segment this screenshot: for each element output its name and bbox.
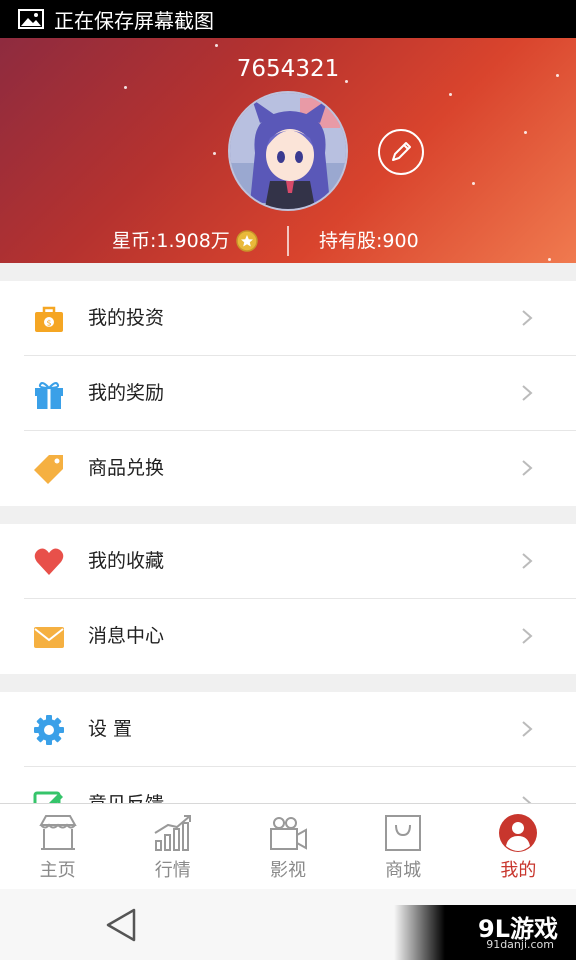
stats-divider bbox=[287, 226, 289, 256]
menu-item-settings[interactable]: 设 置 bbox=[0, 692, 576, 767]
tab-market[interactable]: 行情 bbox=[115, 804, 230, 889]
shop-icon bbox=[38, 815, 77, 850]
menu-item-rewards[interactable]: 我的奖励 bbox=[0, 356, 576, 431]
watermark-url: 91danji.com bbox=[486, 938, 554, 951]
shares-stat: 持有股:900 bbox=[319, 230, 419, 252]
briefcase-icon: $ bbox=[35, 306, 63, 332]
heart-icon bbox=[34, 548, 64, 575]
menu-group-activity: 我的收藏 消息中心 bbox=[0, 524, 576, 674]
tab-label: 我的 bbox=[500, 860, 537, 881]
menu-item-label: 设 置 bbox=[88, 718, 133, 740]
tab-store[interactable]: 商城 bbox=[346, 804, 461, 889]
shopping-bag-icon bbox=[385, 815, 422, 851]
tab-label: 商城 bbox=[385, 860, 422, 881]
status-text: 正在保存屏幕截图 bbox=[54, 8, 214, 33]
profile-stats: 星币:1.908万 持有股:900 bbox=[0, 224, 576, 258]
image-icon bbox=[18, 9, 44, 29]
menu-item-label: 我的收藏 bbox=[88, 550, 165, 572]
chart-icon bbox=[154, 815, 191, 851]
bottom-tab-bar: 主页 行情 影视 商城 我的 bbox=[0, 803, 576, 889]
chevron-right-icon bbox=[522, 310, 533, 326]
tab-label: 主页 bbox=[39, 860, 76, 881]
coin-icon bbox=[236, 230, 258, 252]
menu-item-label: 商品兑换 bbox=[88, 457, 165, 479]
menu-item-label: 我的投资 bbox=[88, 307, 165, 329]
chevron-right-icon bbox=[522, 721, 533, 737]
system-nav-bar: 9L游戏 91danji.com bbox=[0, 889, 576, 960]
avatar[interactable] bbox=[228, 91, 348, 211]
chevron-right-icon bbox=[522, 553, 533, 569]
edit-profile-button[interactable] bbox=[378, 129, 424, 175]
svg-text:$: $ bbox=[46, 319, 51, 328]
tab-mine[interactable]: 我的 bbox=[461, 804, 576, 889]
status-bar: 正在保存屏幕截图 bbox=[0, 0, 576, 38]
profile-icon bbox=[499, 814, 538, 852]
menu-item-exchange[interactable]: 商品兑换 bbox=[0, 431, 576, 506]
user-id: 7654321 bbox=[236, 56, 340, 82]
gear-icon bbox=[34, 715, 64, 745]
chevron-right-icon bbox=[522, 460, 533, 476]
tab-label: 影视 bbox=[269, 860, 306, 881]
tab-label: 行情 bbox=[154, 860, 191, 881]
chevron-right-icon bbox=[522, 628, 533, 644]
watermark: 9L游戏 91danji.com bbox=[394, 905, 576, 960]
tag-icon bbox=[34, 455, 63, 484]
profile-header: 7654321 星币:1.908万 持有股:900 bbox=[0, 38, 576, 263]
gift-icon bbox=[35, 382, 63, 409]
menu-group-account: $ 我的投资 我的奖励 商品兑换 bbox=[0, 281, 576, 506]
chevron-right-icon bbox=[522, 385, 533, 401]
menu-item-investment[interactable]: $ 我的投资 bbox=[0, 281, 576, 356]
tab-video[interactable]: 影视 bbox=[230, 804, 345, 889]
menu-item-label: 消息中心 bbox=[88, 625, 165, 647]
coins-stat: 星币:1.908万 bbox=[112, 230, 230, 252]
envelope-icon bbox=[34, 627, 64, 648]
back-icon[interactable] bbox=[104, 907, 138, 943]
pencil-icon bbox=[392, 142, 411, 161]
avatar-image bbox=[230, 93, 346, 209]
menu-item-messages[interactable]: 消息中心 bbox=[0, 599, 576, 674]
tab-home[interactable]: 主页 bbox=[0, 804, 115, 889]
menu-item-label: 我的奖励 bbox=[88, 382, 165, 404]
video-camera-icon bbox=[269, 817, 307, 850]
menu-item-favorites[interactable]: 我的收藏 bbox=[0, 524, 576, 599]
